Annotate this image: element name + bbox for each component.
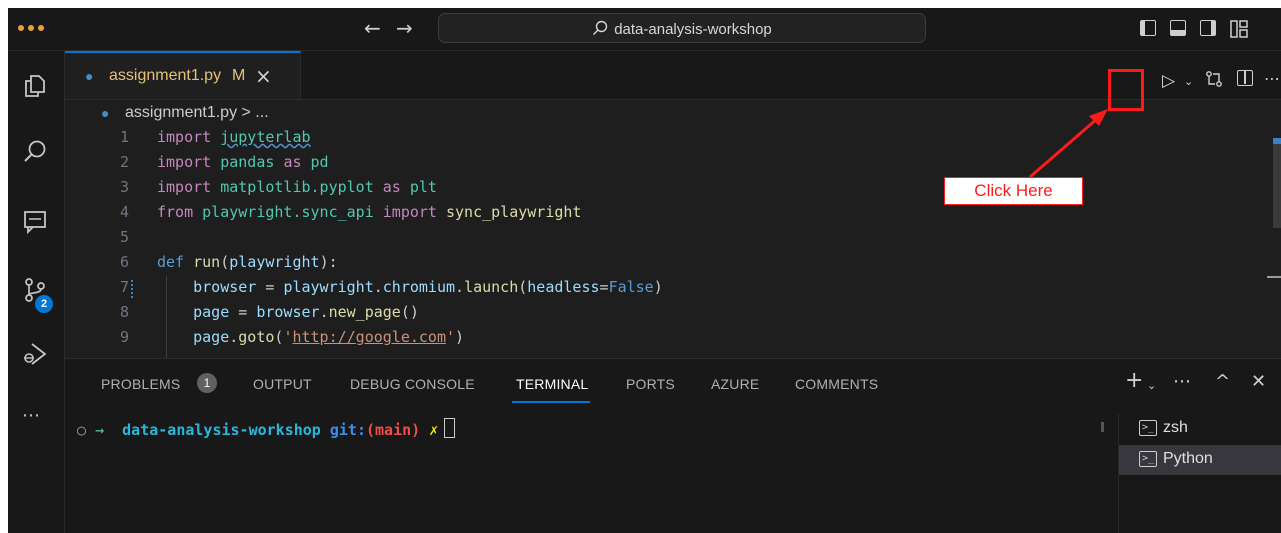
annotation-label: Click Here: [944, 177, 1083, 205]
annotation-arrow: [1029, 109, 1108, 179]
vscode-window: ← → data-analysis-workshop 2 ⋯ ● assignm…: [8, 8, 1281, 533]
